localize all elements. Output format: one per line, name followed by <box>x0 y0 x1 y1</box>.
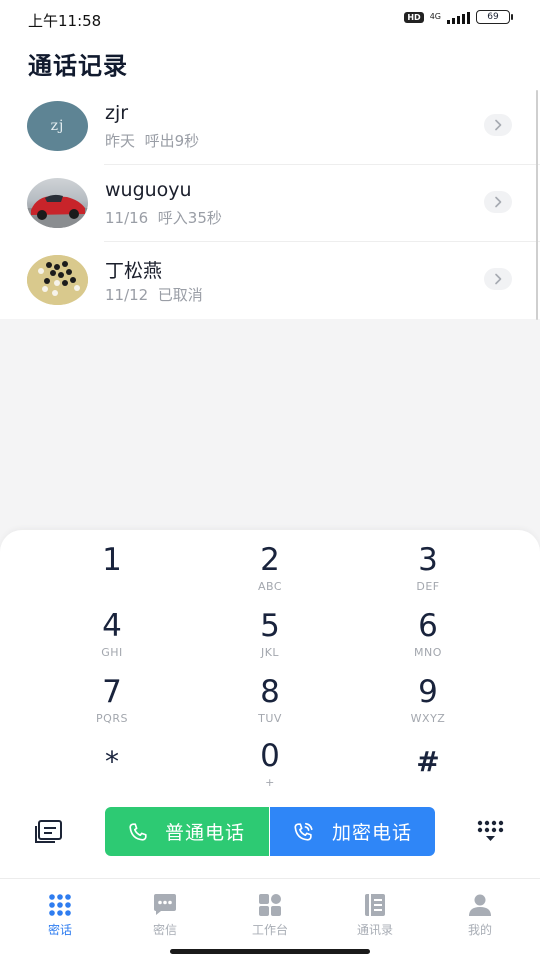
call-detail: 呼出9秒 <box>144 132 200 150</box>
call-meta: 11/12 已取消 <box>105 284 203 305</box>
secure-phone-icon <box>294 822 313 841</box>
secure-call-button[interactable]: 加密电话 <box>270 807 435 856</box>
status-time: 上午11:58 <box>28 12 102 30</box>
person-icon <box>469 894 491 916</box>
sms-icon[interactable] <box>33 818 65 846</box>
key-letters: WXYZ <box>410 712 446 725</box>
tab-profile[interactable]: 我的 <box>435 893 525 938</box>
key-digit: 9 <box>418 674 438 710</box>
tab-messages[interactable]: 密信 <box>120 893 210 938</box>
tab-label: 我的 <box>467 923 492 937</box>
tab-label: 工作台 <box>251 923 288 937</box>
call-meta: 11/16 呼入35秒 <box>105 207 222 228</box>
key-letters: JKL <box>260 646 280 659</box>
tab-calls[interactable]: 密话 <box>15 893 105 938</box>
phone-icon <box>129 822 147 841</box>
battery-icon: 69 <box>476 10 513 24</box>
apps-grid-icon <box>259 894 281 916</box>
avatar <box>27 178 88 228</box>
chevron-right-icon[interactable] <box>484 268 512 290</box>
call-action-row: 普通电话 加密电话 <box>0 807 540 857</box>
key-letters: TUV <box>258 712 282 725</box>
contact-name: zjr <box>105 102 129 124</box>
call-log-item[interactable]: zj zjr 昨天 呼出9秒 <box>0 88 540 165</box>
key-letters: + <box>265 776 275 789</box>
key-digit: * <box>105 745 119 778</box>
key-digit: 6 <box>418 608 438 644</box>
key-3[interactable]: 3 DEF <box>373 542 483 602</box>
go-board-image <box>27 255 88 305</box>
normal-call-label: 普通电话 <box>165 822 246 844</box>
secure-call-label: 加密电话 <box>332 822 413 844</box>
page-title: 通话记录 <box>28 52 128 80</box>
call-detail: 已取消 <box>157 286 203 304</box>
contact-name: 丁松燕 <box>105 260 163 282</box>
call-date: 昨天 <box>105 132 136 150</box>
dialpad: 1 2 ABC 3 DEF 4 GHI 5 JKL 6 MNO 7 PQRS 8… <box>0 530 540 878</box>
tab-label: 密信 <box>152 923 177 937</box>
key-digit: 7 <box>102 674 122 710</box>
call-log-item[interactable]: wuguoyu 11/16 呼入35秒 <box>0 165 540 242</box>
key-letters: PQRS <box>96 712 128 725</box>
key-0[interactable]: 0 + <box>215 738 325 798</box>
key-1[interactable]: 1 <box>57 542 167 602</box>
battery-level: 69 <box>487 12 499 22</box>
chevron-right-icon[interactable] <box>484 191 512 213</box>
key-6[interactable]: 6 MNO <box>373 608 483 668</box>
key-hash[interactable]: # <box>373 744 483 804</box>
chat-bubble-icon <box>154 894 176 915</box>
call-detail: 呼入35秒 <box>157 209 222 227</box>
key-digit: 2 <box>260 542 280 578</box>
bottom-tab-bar: 密话 密信 工作台 通讯录 我的 <box>0 878 540 960</box>
normal-call-button[interactable]: 普通电话 <box>105 807 269 856</box>
key-digit: 4 <box>102 608 122 644</box>
key-digit: # <box>416 745 440 778</box>
avatar-initials: zj <box>50 118 65 134</box>
home-indicator[interactable] <box>170 949 370 954</box>
key-7[interactable]: 7 PQRS <box>57 674 167 734</box>
status-indicators: HD 4G 69 <box>404 10 513 24</box>
header: 通话记录 <box>0 38 540 88</box>
key-letters: DEF <box>416 580 440 593</box>
signal-icon <box>447 11 470 24</box>
network-type-label: 4G <box>429 12 441 21</box>
avatar <box>27 255 88 305</box>
call-date: 11/12 <box>105 286 149 304</box>
tab-label: 密话 <box>47 923 72 937</box>
key-digit: 3 <box>418 542 438 578</box>
key-digit: 5 <box>260 608 280 644</box>
key-9[interactable]: 9 WXYZ <box>373 674 483 734</box>
call-date: 11/16 <box>105 209 149 227</box>
key-star[interactable]: * <box>57 744 167 804</box>
call-meta: 昨天 呼出9秒 <box>105 130 199 151</box>
key-digit: 0 <box>260 738 280 774</box>
tab-workbench[interactable]: 工作台 <box>225 893 315 938</box>
contact-name: wuguoyu <box>105 179 192 201</box>
key-2[interactable]: 2 ABC <box>215 542 325 602</box>
tab-label: 通讯录 <box>356 923 393 937</box>
status-bar: 上午11:58 HD 4G 69 <box>0 0 540 38</box>
key-8[interactable]: 8 TUV <box>215 674 325 734</box>
avatar: zj <box>27 101 88 151</box>
keypad-collapse-icon[interactable] <box>476 819 504 845</box>
key-5[interactable]: 5 JKL <box>215 608 325 668</box>
key-4[interactable]: 4 GHI <box>57 608 167 668</box>
call-log-item[interactable]: 丁松燕 11/12 已取消 <box>0 242 540 319</box>
key-letters: GHI <box>101 646 123 659</box>
dots-grid-icon <box>49 894 71 916</box>
key-letters: MNO <box>414 646 442 659</box>
hd-badge: HD <box>404 11 424 23</box>
key-letters: ABC <box>257 580 283 593</box>
chevron-right-icon[interactable] <box>484 114 512 136</box>
call-log-list: zj zjr 昨天 呼出9秒 wuguoyu 11/16 呼入35秒 丁松燕 1… <box>0 88 540 319</box>
red-car-image <box>27 194 88 228</box>
tab-contacts[interactable]: 通讯录 <box>330 893 420 938</box>
address-book-icon <box>365 894 385 916</box>
key-digit: 1 <box>102 542 122 578</box>
key-digit: 8 <box>260 674 280 710</box>
scrollbar[interactable] <box>536 90 538 320</box>
